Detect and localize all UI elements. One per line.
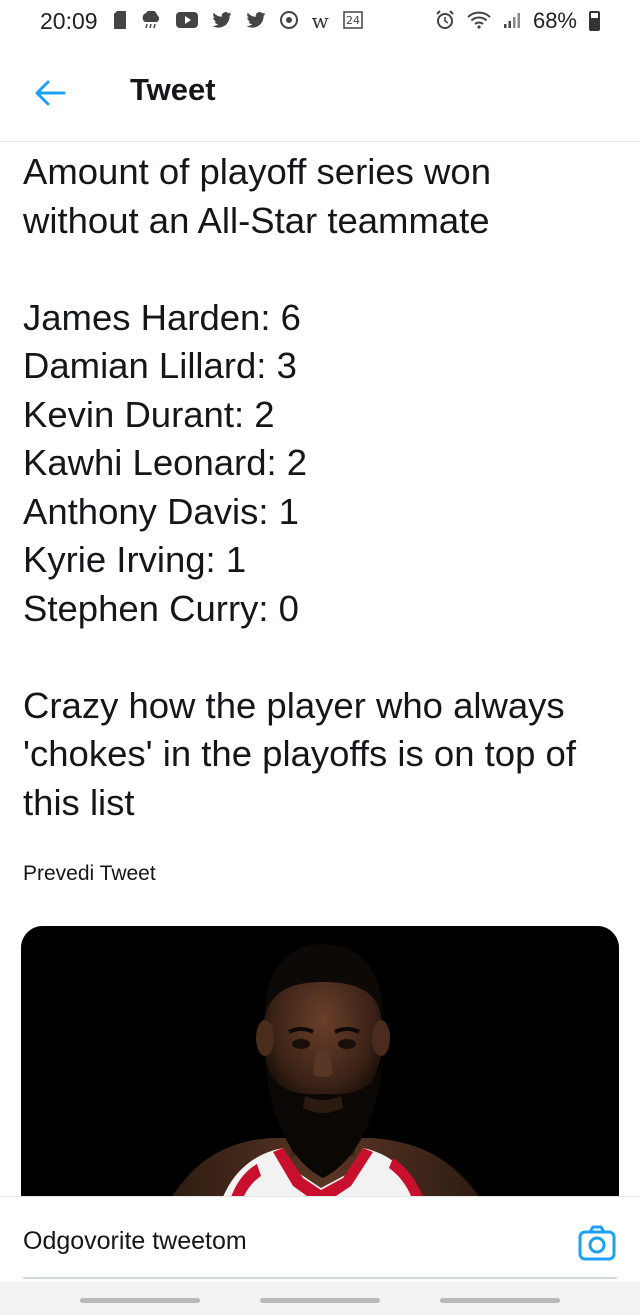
tweet-line: this list: [23, 781, 135, 823]
tweet-line: James Harden: 6: [23, 296, 301, 338]
tweet-line: Stephen Curry: 0: [23, 587, 299, 629]
reply-input[interactable]: Odgovorite tweetom: [23, 1227, 247, 1256]
system-nav-bar: [0, 1282, 640, 1315]
notification-icons: w 24: [113, 9, 363, 33]
reply-input-underline: [23, 1277, 617, 1279]
wifi-icon: [467, 11, 491, 32]
back-button[interactable]: [32, 78, 68, 108]
youtube-icon: [175, 11, 198, 31]
tweet-line: 'chokes' in the playoffs is on top of: [23, 733, 576, 774]
arrow-left-icon: [35, 80, 66, 106]
browser-icon: [279, 10, 298, 32]
battery-icon: [589, 11, 600, 31]
nav-home-button[interactable]: [260, 1298, 380, 1303]
tweet-text: Amount of playoff series won without an A…: [23, 148, 623, 827]
camera-button[interactable]: [578, 1225, 616, 1261]
tweet-line: Damian Lillard: 3: [23, 345, 297, 386]
reply-bar: Odgovorite tweetom: [0, 1196, 640, 1282]
sd-card-icon: [113, 10, 126, 32]
app-header: Tweet: [0, 42, 640, 142]
twitter-icon: [245, 11, 266, 31]
player-photo: [21, 926, 619, 1216]
news-24-icon: 24: [342, 10, 363, 32]
tweet-line: without an All-Star teammate: [23, 199, 490, 241]
twitter-icon: [211, 11, 232, 31]
tweet-line: Crazy how the player who always: [23, 684, 565, 726]
tweet-line: Kawhi Leonard: 2: [23, 442, 308, 483]
tweet-line: Amount of playoff series won: [23, 151, 491, 192]
tweet-blank-line: [23, 633, 623, 682]
page-title: Tweet: [130, 72, 216, 107]
alarm-icon: [435, 9, 455, 33]
nav-recent-button[interactable]: [80, 1298, 200, 1303]
tweet-line: Kyrie Irving: 1: [23, 539, 247, 580]
camera-icon: [578, 1225, 616, 1261]
status-bar: 20:09 w 24 68%: [0, 0, 640, 42]
status-time: 20:09: [40, 7, 98, 34]
system-icons: 68%: [435, 0, 600, 42]
battery-percent: 68%: [532, 8, 577, 33]
tweet-line: Anthony Davis: 1: [23, 490, 299, 532]
w-app-icon: w: [311, 9, 329, 33]
signal-icon: [503, 11, 521, 32]
tweet-media-photo[interactable]: [21, 926, 619, 1216]
svg-text:24: 24: [346, 14, 360, 27]
tweet-line: Kevin Durant: 2: [23, 393, 275, 435]
translate-tweet-link[interactable]: Prevedi Tweet: [23, 862, 156, 886]
tweet-blank-line: [23, 245, 623, 294]
nav-back-button[interactable]: [440, 1298, 560, 1303]
weather-icon: [140, 9, 162, 32]
